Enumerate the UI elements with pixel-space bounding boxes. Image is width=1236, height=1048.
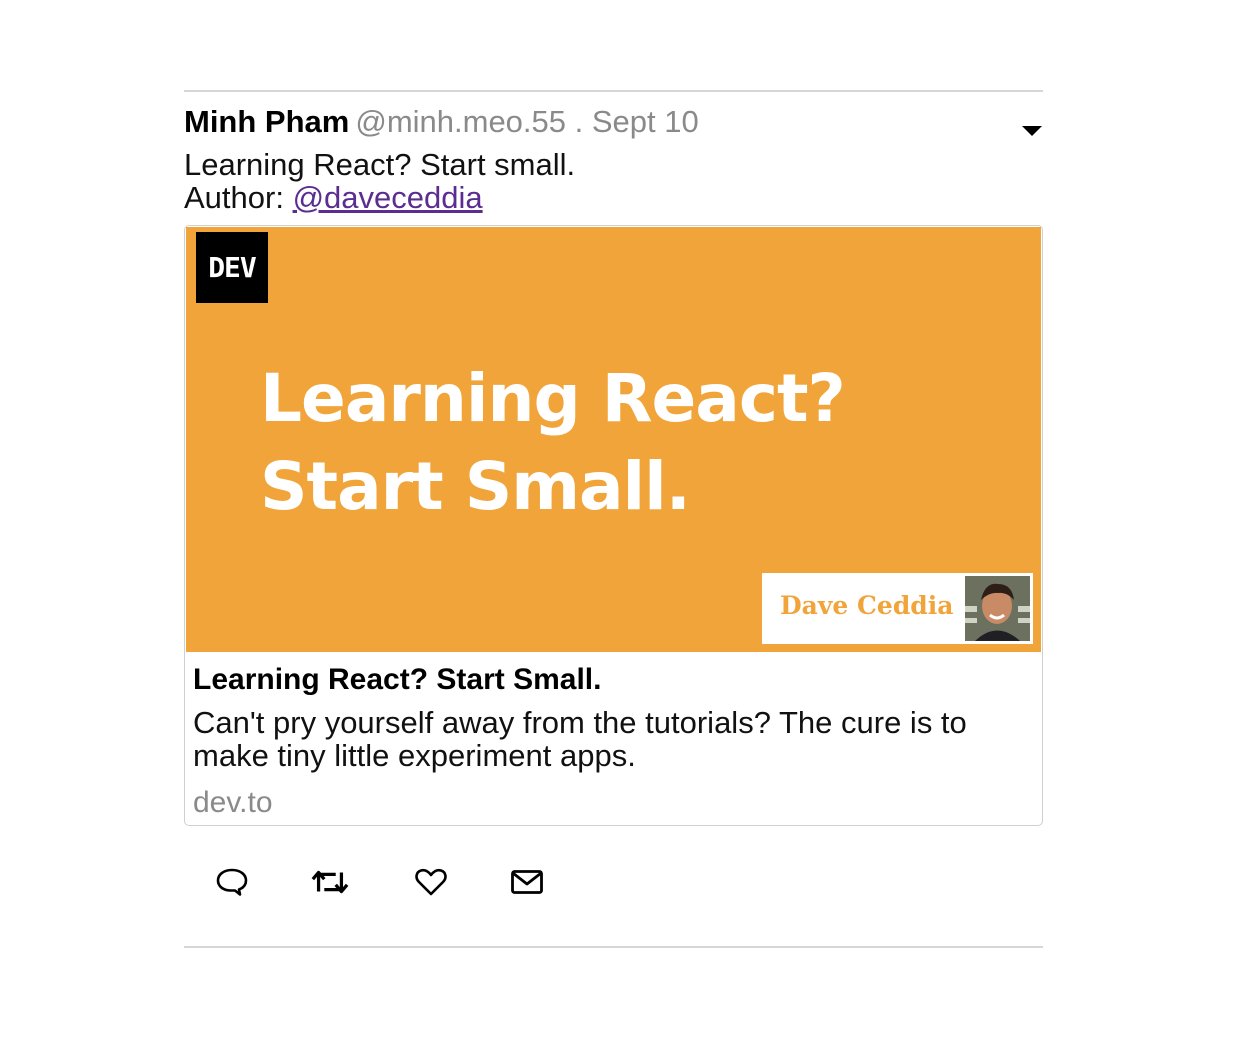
author-name[interactable]: Minh Pham <box>184 104 349 139</box>
card-hero-image[interactable]: DEV Learning React? Start Small. Dave Ce… <box>186 227 1041 652</box>
card-description: Can't pry yourself away from the tutoria… <box>193 705 967 773</box>
hero-title: Learning React? Start Small. <box>260 360 846 525</box>
card-domain: dev.to <box>193 786 273 819</box>
speech-bubble-icon[interactable] <box>212 862 252 902</box>
link-preview-card[interactable]: DEV Learning React? Start Small. Dave Ce… <box>184 225 1043 826</box>
top-divider <box>184 90 1043 92</box>
bottom-divider <box>184 946 1043 948</box>
tweet-text-line: Learning React? Start small. <box>184 147 576 182</box>
handle-and-date: @minh.meo.55 . Sept 10 <box>355 104 699 139</box>
tweet-author-line: Author: @daveceddia <box>184 181 575 214</box>
tweet-text: Learning React? Start small. Author: @da… <box>184 148 575 214</box>
envelope-icon[interactable] <box>507 862 547 902</box>
card-title[interactable]: Learning React? Start Small. <box>193 663 601 697</box>
dev-logo: DEV <box>196 232 268 303</box>
avatar <box>965 576 1030 641</box>
caret-down-icon[interactable] <box>1022 126 1042 136</box>
tweet-header: Minh Pham @minh.meo.55 . Sept 10 <box>184 104 699 144</box>
author-prefix: Author: <box>184 180 293 215</box>
retweet-icon[interactable] <box>310 862 350 902</box>
hero-author-box: Dave Ceddia <box>762 573 1033 644</box>
heart-icon[interactable] <box>411 862 451 902</box>
hero-author-name: Dave Ceddia <box>780 591 954 620</box>
author-link[interactable]: @daveceddia <box>293 180 483 215</box>
